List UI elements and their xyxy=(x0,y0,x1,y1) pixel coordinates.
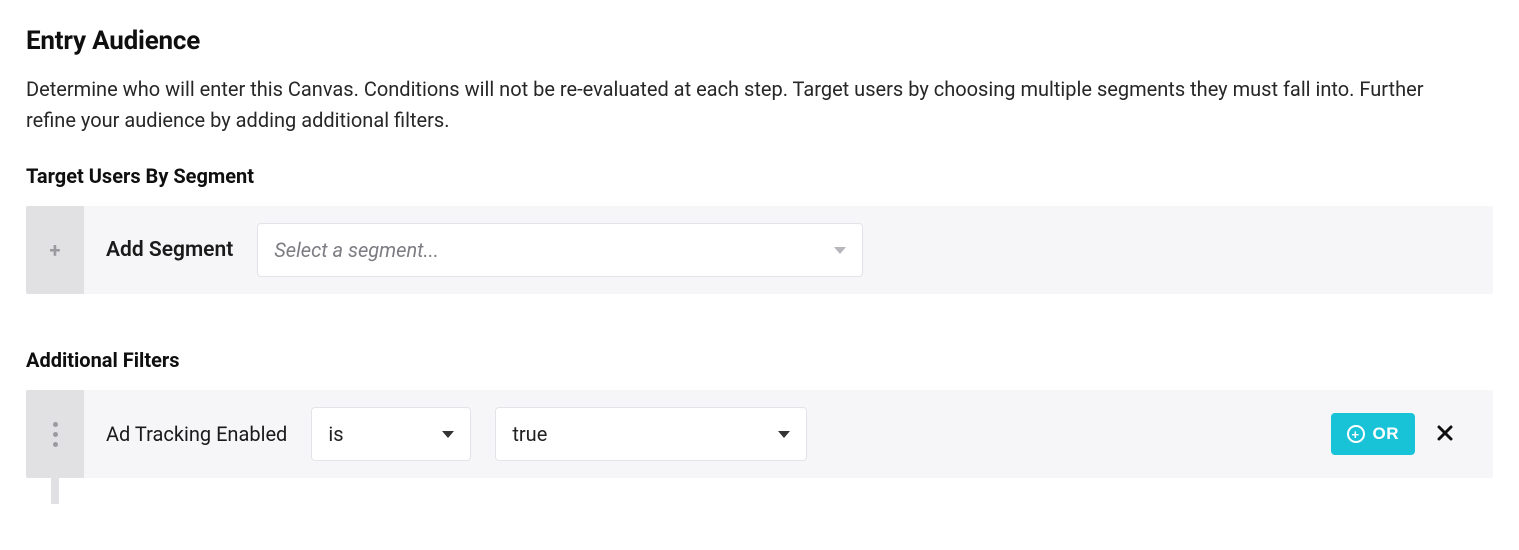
remove-filter-button[interactable] xyxy=(1437,422,1453,447)
chevron-down-icon xyxy=(834,247,846,254)
section-title: Entry Audience xyxy=(26,26,1493,56)
filter-attribute-label: Ad Tracking Enabled xyxy=(106,422,287,446)
chevron-down-icon xyxy=(442,431,454,438)
add-segment-handle[interactable]: + xyxy=(26,206,84,294)
filter-operator-value: is xyxy=(328,422,343,446)
filter-row: Ad Tracking Enabled is true + OR xyxy=(26,390,1493,478)
filter-value-text: true xyxy=(512,422,547,446)
filter-value-select[interactable]: true xyxy=(495,407,807,461)
add-segment-label: Add Segment xyxy=(106,238,233,262)
plus-icon: + xyxy=(50,238,61,262)
segment-select[interactable]: Select a segment... xyxy=(257,223,863,277)
close-icon xyxy=(1437,425,1453,441)
or-button-label: OR xyxy=(1373,424,1400,444)
chevron-down-icon xyxy=(778,431,790,438)
add-or-button[interactable]: + OR xyxy=(1331,413,1416,455)
section-description: Determine who will enter this Canvas. Co… xyxy=(26,74,1466,136)
filter-operator-select[interactable]: is xyxy=(311,407,471,461)
add-segment-row: + Add Segment Select a segment... xyxy=(26,206,1493,294)
segment-select-placeholder: Select a segment... xyxy=(274,238,439,262)
filter-drag-handle[interactable] xyxy=(26,390,84,478)
filter-connector xyxy=(51,478,59,504)
drag-handle-icon xyxy=(53,422,58,447)
segments-heading: Target Users By Segment xyxy=(26,164,1493,188)
filters-heading: Additional Filters xyxy=(26,348,1493,372)
plus-circle-icon: + xyxy=(1347,425,1365,443)
